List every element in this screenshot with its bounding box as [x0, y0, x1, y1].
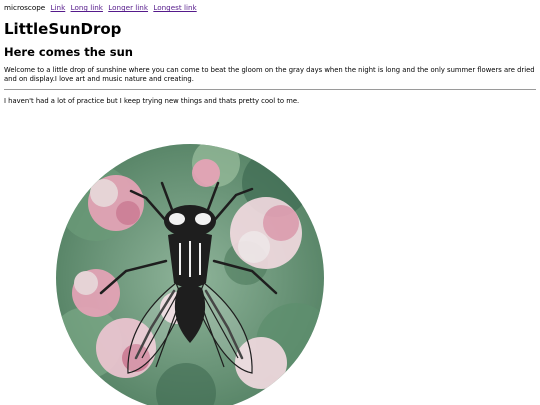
top-nav: microscope Link Long link Longer link Lo…: [4, 3, 197, 12]
nav-link-2[interactable]: Long link: [71, 3, 103, 12]
fly-illustration-icon: [56, 144, 324, 405]
practice-paragraph: I haven't had a lot of practice but I ke…: [4, 97, 300, 105]
page-subtitle: Here comes the sun: [4, 45, 133, 59]
divider: [4, 89, 536, 90]
nav-link-3[interactable]: Longer link: [108, 3, 148, 12]
intro-paragraph: Welcome to a little drop of sunshine whe…: [4, 66, 535, 83]
microscope-image: microscope: [4, 3, 46, 12]
nav-link-4[interactable]: Longest link: [153, 3, 196, 12]
nav-link-1[interactable]: Link: [51, 3, 66, 12]
site-title: LittleSunDrop: [4, 20, 122, 38]
fly-artwork: [56, 143, 326, 405]
